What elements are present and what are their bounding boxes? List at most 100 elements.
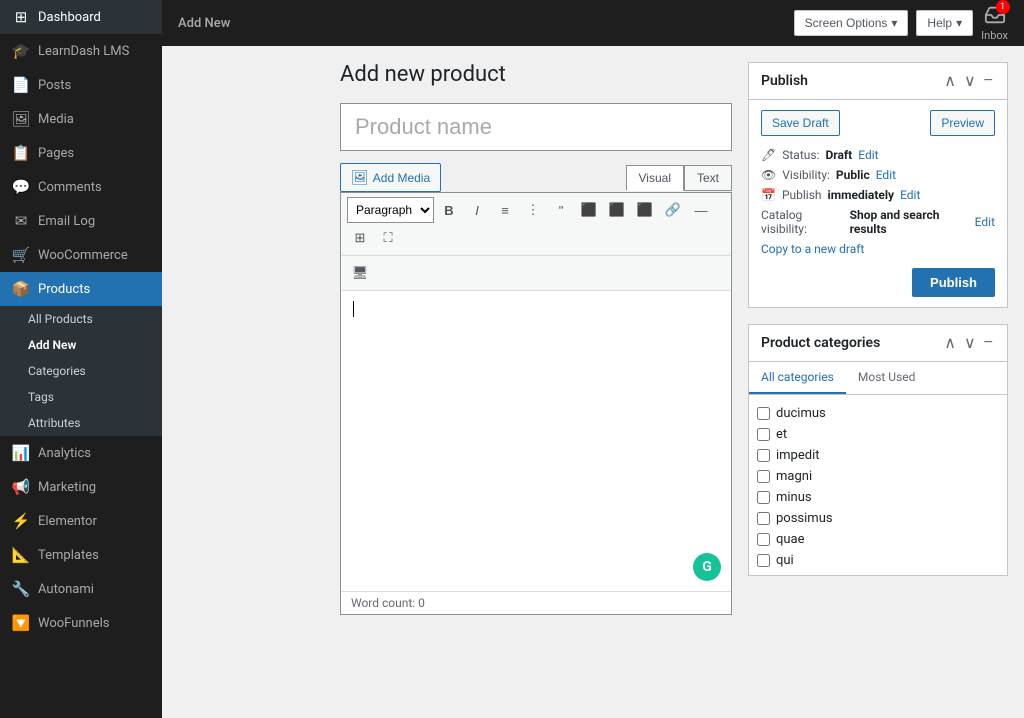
sidebar-item-woocommerce[interactable]: 🛒 WooCommerce xyxy=(0,238,162,272)
sidebar-item-label: Analytics xyxy=(38,446,91,461)
visibility-info: 👁 Visibility: Public Edit xyxy=(761,168,995,182)
category-checkbox-quae[interactable] xyxy=(757,533,770,546)
read-more-button[interactable]: — xyxy=(688,197,714,223)
categories-panel-header: Product categories ∧ ∨ − xyxy=(749,325,1007,362)
categories-list: ducimus et impedit magni minus xyxy=(749,395,1007,575)
add-media-button[interactable]: 🖼 Add Media xyxy=(340,163,441,192)
italic-button[interactable]: I xyxy=(464,197,490,223)
topbar-right: Screen Options ▾ Help ▾ 1 Inbox xyxy=(794,4,1008,42)
sidebar-item-autonami[interactable]: 🔧 Autonami xyxy=(0,572,162,606)
categories-tabs: All categories Most Used xyxy=(749,362,1007,395)
product-name-input[interactable] xyxy=(340,103,732,151)
screen-options-button[interactable]: Screen Options ▾ xyxy=(794,10,909,36)
sidebar-item-learndash[interactable]: 🎓 LearnDash LMS xyxy=(0,34,162,68)
sidebar-item-dashboard[interactable]: ⊞ Dashboard xyxy=(0,0,162,34)
categories-panel-down-button[interactable]: ∨ xyxy=(962,333,978,353)
tab-most-used[interactable]: Most Used xyxy=(846,362,928,394)
align-center-button[interactable]: ⬛ xyxy=(604,197,630,223)
list-item: ducimus xyxy=(757,403,999,424)
woocommerce-icon: 🛒 xyxy=(12,246,30,264)
publish-panel: Publish ∧ ∨ − Save Draft Preview 🖊 Statu… xyxy=(748,62,1008,308)
submenu-add-new[interactable]: Add New xyxy=(0,332,162,358)
sidebar-item-comments[interactable]: 💬 Comments xyxy=(0,170,162,204)
inbox-button[interactable]: 1 Inbox xyxy=(981,4,1008,42)
category-checkbox-qui[interactable] xyxy=(757,554,770,567)
submenu-label: Categories xyxy=(28,364,86,378)
tab-all-categories[interactable]: All categories xyxy=(749,362,846,394)
help-button[interactable]: Help ▾ xyxy=(916,10,973,36)
editor-body[interactable]: G xyxy=(341,291,731,591)
learndash-icon: 🎓 xyxy=(12,42,30,60)
editor-wrapper: Paragraph B I ≡ ⋮ " ⬛ ⬛ ⬛ 🔗 — ⊞ ⛶ 🖥 xyxy=(340,192,732,615)
submenu-all-products[interactable]: All Products xyxy=(0,306,162,332)
sidebar-item-label: Marketing xyxy=(38,480,96,495)
sidebar-item-elementor[interactable]: ⚡ Elementor xyxy=(0,504,162,538)
category-checkbox-et[interactable] xyxy=(757,428,770,441)
category-checkbox-impedit[interactable] xyxy=(757,449,770,462)
align-right-button[interactable]: ⬛ xyxy=(632,197,658,223)
category-checkbox-ducimus[interactable] xyxy=(757,407,770,420)
bold-button[interactable]: B xyxy=(436,197,462,223)
page-title: Add new product xyxy=(340,62,732,87)
sidebar-item-label: Comments xyxy=(38,180,102,195)
publish-panel-down-button[interactable]: ∨ xyxy=(962,71,978,91)
ordered-list-button[interactable]: ⋮ xyxy=(520,197,546,223)
sidebar-item-label: Pages xyxy=(38,146,74,161)
publish-button[interactable]: Publish xyxy=(912,268,995,297)
category-checkbox-magni[interactable] xyxy=(757,470,770,483)
grammarly-button[interactable]: G xyxy=(693,553,721,581)
sidebar-item-posts[interactable]: 📄 Posts xyxy=(0,68,162,102)
sidebar-item-label: Products xyxy=(38,282,90,297)
sidebar-item-woofunnels[interactable]: 🔽 WooFunnels xyxy=(0,606,162,640)
sidebar-item-pages[interactable]: 📋 Pages xyxy=(0,136,162,170)
sidebar-item-marketing[interactable]: 📢 Marketing xyxy=(0,470,162,504)
publish-panel-title: Publish xyxy=(761,73,808,89)
status-edit-link[interactable]: Edit xyxy=(858,148,878,162)
publish-panel-collapse-button[interactable]: − xyxy=(982,71,995,91)
submenu-categories[interactable]: Categories xyxy=(0,358,162,384)
align-left-button[interactable]: ⬛ xyxy=(576,197,602,223)
list-item: magni xyxy=(757,466,999,487)
visibility-edit-link[interactable]: Edit xyxy=(876,168,896,182)
publish-panel-up-button[interactable]: ∧ xyxy=(942,71,958,91)
fullscreen-button[interactable]: ⛶ xyxy=(375,225,401,251)
preview-button[interactable]: Preview xyxy=(930,110,995,136)
monitor-button[interactable]: 🖥 xyxy=(347,260,373,286)
products-icon: 📦 xyxy=(12,280,30,298)
list-item: quae xyxy=(757,529,999,550)
blockquote-button[interactable]: " xyxy=(548,197,574,223)
categories-panel-up-button[interactable]: ∧ xyxy=(942,333,958,353)
table-button[interactable]: ⊞ xyxy=(347,225,373,251)
categories-panel-actions: ∧ ∨ − xyxy=(942,333,995,353)
dashboard-icon: ⊞ xyxy=(12,8,30,26)
categories-panel: Product categories ∧ ∨ − All categories … xyxy=(748,324,1008,576)
submenu-tags[interactable]: Tags xyxy=(0,384,162,410)
autonami-icon: 🔧 xyxy=(12,580,30,598)
copy-draft-link[interactable]: Copy to a new draft xyxy=(761,242,995,256)
categories-panel-collapse-button[interactable]: − xyxy=(982,333,995,353)
sidebar-item-media[interactable]: 🖼 Media xyxy=(0,102,162,136)
sidebar-item-analytics[interactable]: 📊 Analytics xyxy=(0,436,162,470)
unordered-list-button[interactable]: ≡ xyxy=(492,197,518,223)
sidebar-item-products[interactable]: 📦 Products xyxy=(0,272,162,306)
category-checkbox-possimus[interactable] xyxy=(757,512,770,525)
sidebar-item-templates[interactable]: 📐 Templates xyxy=(0,538,162,572)
tab-visual[interactable]: Visual xyxy=(626,165,684,191)
save-draft-button[interactable]: Save Draft xyxy=(761,110,840,136)
elementor-icon: ⚡ xyxy=(12,512,30,530)
sidebar-item-email-log[interactable]: ✉ Email Log xyxy=(0,204,162,238)
catalog-edit-link[interactable]: Edit xyxy=(975,215,995,229)
link-button[interactable]: 🔗 xyxy=(660,197,686,223)
publish-time-icon: 📅 xyxy=(761,188,776,202)
tab-text[interactable]: Text xyxy=(684,165,732,191)
category-checkbox-minus[interactable] xyxy=(757,491,770,504)
submenu-attributes[interactable]: Attributes xyxy=(0,410,162,436)
sidebar-item-label: Autonami xyxy=(38,582,94,597)
publish-time-info: 📅 Publish immediately Edit xyxy=(761,188,995,202)
paragraph-select[interactable]: Paragraph xyxy=(347,197,434,223)
help-chevron-icon: ▾ xyxy=(956,16,962,30)
posts-icon: 📄 xyxy=(12,76,30,94)
publish-time-edit-link[interactable]: Edit xyxy=(900,188,920,202)
list-item: possimus xyxy=(757,508,999,529)
word-count-label: Word count: 0 xyxy=(351,596,425,610)
